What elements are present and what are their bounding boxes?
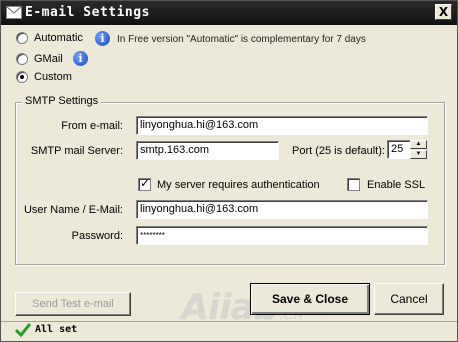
radio-custom-label[interactable]: Custom (34, 71, 72, 83)
port-label: Port (25 is default): (292, 145, 385, 157)
radio-custom[interactable] (16, 71, 28, 83)
username-label: User Name / E-Mail: (23, 204, 123, 216)
window-title: E-mail Settings (25, 5, 150, 20)
title-bar[interactable]: E-mail Settings X (1, 1, 457, 25)
password-field[interactable]: ******** (136, 226, 428, 245)
ssl-label[interactable]: Enable SSL (367, 179, 425, 191)
auth-label[interactable]: My server requires authentication (157, 179, 320, 191)
smtp-settings-title: SMTP Settings (22, 95, 102, 107)
auth-checkbox[interactable] (138, 176, 151, 191)
ssl-checkbox[interactable] (347, 178, 360, 191)
status-text: All set (35, 324, 78, 335)
info-icon[interactable]: i (95, 31, 110, 46)
close-button[interactable]: X (435, 4, 452, 20)
smtp-server-label: SMTP mail Server: (30, 145, 123, 157)
radio-automatic-label[interactable]: Automatic (34, 32, 83, 44)
automatic-note: In Free version "Automatic" is complemen… (117, 34, 366, 45)
status-bar: All set (1, 321, 457, 341)
from-email-label: From e-mail: (61, 120, 123, 132)
radio-automatic[interactable] (16, 32, 28, 44)
save-close-button[interactable]: Save & Close (250, 283, 370, 315)
from-email-field[interactable]: linyonghua.hi@163.com (136, 116, 428, 135)
envelope-icon (6, 6, 22, 19)
port-stepper[interactable]: ▲ ▼ (410, 140, 427, 159)
radio-gmail-label[interactable]: GMail (34, 53, 63, 65)
spin-down-icon[interactable]: ▼ (410, 150, 427, 159)
username-field[interactable]: linyonghua.hi@163.com (136, 200, 428, 219)
spin-up-icon[interactable]: ▲ (410, 140, 427, 149)
checkmark-icon (15, 323, 31, 337)
send-test-email-button[interactable]: Send Test e-mail (15, 292, 131, 316)
smtp-server-field[interactable]: smtp.163.com (136, 141, 279, 160)
password-label: Password: (71, 230, 123, 242)
port-field[interactable]: 25 (387, 140, 411, 159)
email-settings-dialog: E-mail Settings X Automatic i In Free ve… (0, 0, 458, 342)
info-icon[interactable]: i (73, 51, 88, 66)
radio-gmail[interactable] (16, 53, 28, 65)
cancel-button[interactable]: Cancel (374, 283, 444, 315)
